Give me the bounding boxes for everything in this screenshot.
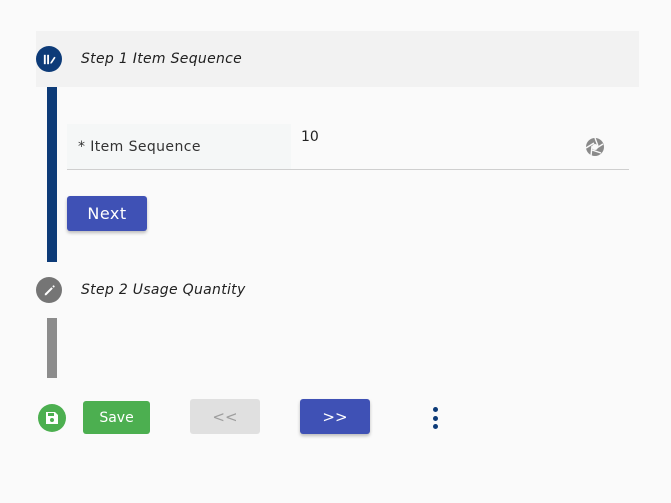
previous-button[interactable]: << [190,399,260,434]
step2-title: Step 2 Usage Quantity [81,282,246,298]
more-dot [432,415,438,421]
more-dot [432,407,438,412]
next-button[interactable]: Next [67,196,147,231]
more-dot [432,424,438,429]
pencil-icon [36,277,62,303]
next-nav-button[interactable]: >> [300,399,370,434]
aperture-icon[interactable] [585,137,605,157]
step1-connector [47,87,57,262]
step2-header[interactable]: Step 2 Usage Quantity [36,262,639,318]
step1-title: Step 1 Item Sequence [81,51,243,67]
floppy-disk-icon[interactable] [38,404,66,432]
item-sequence-field: * Item Sequence [67,124,629,170]
item-sequence-input[interactable] [291,124,591,169]
step-active-icon [36,46,62,72]
step1-header[interactable]: Step 1 Item Sequence [36,31,639,87]
save-button[interactable]: Save [83,401,150,434]
step2-connector [47,318,57,378]
more-vertical-icon[interactable] [424,405,446,431]
item-sequence-label: * Item Sequence [67,124,291,169]
